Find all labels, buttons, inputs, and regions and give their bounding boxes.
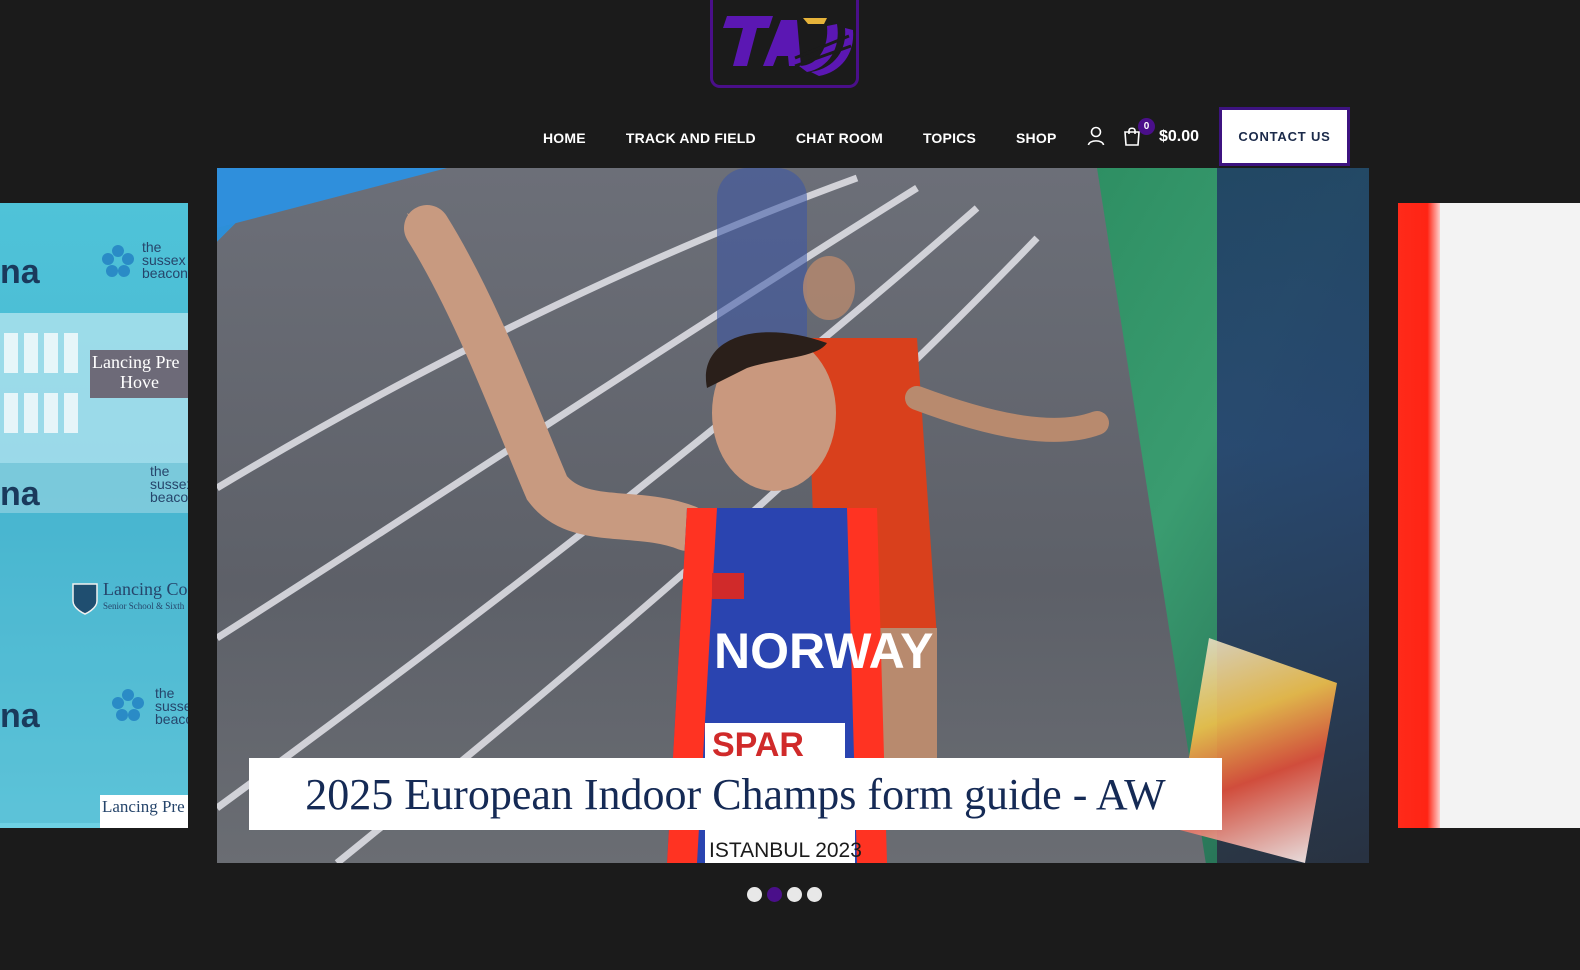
- backdrop-sign: Lancing Pre: [100, 795, 188, 828]
- cart-total[interactable]: $0.00: [1159, 128, 1199, 146]
- backdrop-brand-text: na: [0, 697, 40, 735]
- nav-topics[interactable]: TOPICS: [903, 126, 996, 150]
- nav-home[interactable]: HOME: [523, 126, 606, 150]
- site-logo[interactable]: [710, 0, 859, 88]
- backdrop-sign: Lancing Pre Hove: [90, 350, 188, 398]
- slider-pagination: [747, 887, 822, 902]
- bib-event-text: ISTANBUL 2023: [709, 839, 862, 862]
- backdrop-text-senior-school: Senior School & Sixth: [103, 601, 185, 611]
- nav-track-and-field[interactable]: TRACK AND FIELD: [606, 126, 776, 150]
- slider-dot-4[interactable]: [807, 887, 822, 902]
- jersey-text: NORWAY: [714, 623, 934, 679]
- taf-logo-icon: [723, 16, 854, 76]
- flower-logo-icon: [110, 687, 146, 728]
- flower-logo-icon: [100, 243, 136, 284]
- backdrop-brand-text: na: [0, 253, 40, 291]
- backdrop-sign-text: Hove: [120, 372, 159, 392]
- slider-dot-2[interactable]: [767, 887, 782, 902]
- contact-us-button[interactable]: CONTACT US: [1219, 107, 1350, 166]
- backdrop-text-lancing-college: Lancing Co: [103, 579, 188, 599]
- main-nav: HOME TRACK AND FIELD CHAT ROOM TOPICS SH…: [523, 126, 1077, 150]
- slider-dot-3[interactable]: [787, 887, 802, 902]
- nav-shop[interactable]: SHOP: [996, 126, 1076, 150]
- slider-dot-1[interactable]: [747, 887, 762, 902]
- cart-count-badge: 0: [1138, 118, 1155, 135]
- crest-icon: [72, 583, 98, 620]
- backdrop-text-beacon: beacon: [155, 711, 188, 727]
- user-icon[interactable]: [1086, 126, 1106, 146]
- backdrop-text-beacon: beacon: [150, 489, 188, 505]
- backdrop-sign-text: Lancing Pre: [92, 352, 180, 372]
- slide-next[interactable]: [1398, 203, 1580, 828]
- slide-red-stripe: [1398, 203, 1440, 828]
- slide-caption-title[interactable]: 2025 European Indoor Champs form guide -…: [249, 758, 1222, 830]
- slide-previous[interactable]: na na na the sussex beacon Lancing Pre H…: [0, 203, 188, 828]
- nav-chat-room[interactable]: CHAT ROOM: [776, 126, 903, 150]
- backdrop-sign-text: Lancing Pre: [102, 797, 185, 816]
- backdrop-brand-text: na: [0, 475, 40, 513]
- backdrop-text-beacon: beacon: [142, 265, 188, 281]
